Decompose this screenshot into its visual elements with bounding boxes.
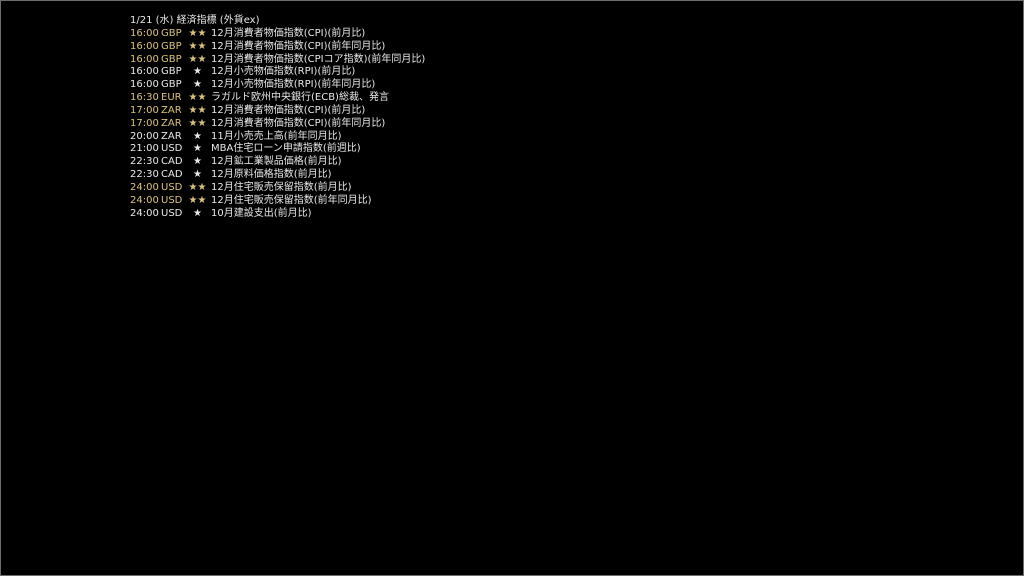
event-name: 12月消費者物価指数(CPI)(前年同月比) (211, 40, 386, 52)
event-time: 24:00 (130, 181, 159, 193)
calendar-row: 16:30 EUR ★★ ラガルド欧州中央銀行(ECB)総裁、発言 (130, 92, 425, 105)
calendar-row: 22:30 CAD ★ 12月鉱工業製品価格(前月比) (130, 156, 425, 169)
importance-stars-icon: ★★ (188, 53, 207, 65)
event-currency: ZAR (161, 130, 182, 142)
event-currency: ZAR (161, 104, 182, 116)
event-time: 16:00 (130, 40, 159, 52)
calendar-row: 24:00 USD ★★ 12月住宅販売保留指数(前月比) (130, 182, 425, 195)
calendar-row: 16:00 GBP ★★ 12月消費者物価指数(CPI)(前月比) (130, 28, 425, 41)
event-time: 16:00 (130, 66, 159, 78)
event-currency: GBP (161, 79, 182, 91)
event-name: 12月鉱工業製品価格(前月比) (211, 156, 342, 168)
event-name: 12月住宅販売保留指数(前月比) (211, 181, 352, 193)
importance-stars-icon: ★ (193, 79, 202, 91)
event-currency: CAD (161, 169, 183, 181)
event-currency: GBP (161, 40, 182, 52)
event-time: 22:30 (130, 169, 159, 181)
event-currency: ZAR (161, 117, 182, 129)
event-name: 11月小売売上高(前年同月比) (211, 130, 342, 142)
event-time: 16:00 (130, 79, 159, 91)
event-time: 21:00 (130, 143, 159, 155)
event-currency: USD (161, 194, 183, 206)
event-currency: GBP (161, 66, 182, 78)
importance-stars-icon: ★ (193, 207, 202, 219)
importance-stars-icon: ★★ (188, 194, 207, 206)
event-name: ラガルド欧州中央銀行(ECB)総裁、発言 (211, 92, 389, 104)
calendar-row: 17:00 ZAR ★★ 12月消費者物価指数(CPI)(前月比) (130, 105, 425, 118)
event-time: 20:00 (130, 130, 159, 142)
event-name: 12月小売物価指数(RPI)(前年同月比) (211, 79, 376, 91)
event-currency: EUR (161, 92, 182, 104)
event-name: 12月小売物価指数(RPI)(前月比) (211, 66, 356, 78)
calendar-row: 16:00 GBP ★★ 12月消費者物価指数(CPI)(前年同月比) (130, 41, 425, 54)
calendar-row: 22:30 CAD ★ 12月原料価格指数(前月比) (130, 169, 425, 182)
event-time: 22:30 (130, 156, 159, 168)
economic-calendar: 1/21 (水) 経済指標 (外貨ex) 16:00 GBP ★★ 12月消費者… (130, 15, 425, 221)
calendar-row: 16:00 GBP ★ 12月小売物価指数(RPI)(前年同月比) (130, 79, 425, 92)
event-name: 12月住宅販売保留指数(前年同月比) (211, 194, 372, 206)
importance-stars-icon: ★★ (188, 92, 207, 104)
event-name: 12月消費者物価指数(CPI)(前月比) (211, 27, 366, 39)
calendar-row: 16:00 GBP ★ 12月小売物価指数(RPI)(前月比) (130, 66, 425, 79)
event-name: 12月消費者物価指数(CPIコア指数)(前年同月比) (211, 53, 426, 65)
event-name: MBA住宅ローン申請指数(前週比) (211, 143, 361, 155)
event-time: 24:00 (130, 207, 159, 219)
calendar-row: 24:00 USD ★★ 12月住宅販売保留指数(前年同月比) (130, 195, 425, 208)
importance-stars-icon: ★★ (188, 117, 207, 129)
event-name: 12月原料価格指数(前月比) (211, 169, 332, 181)
importance-stars-icon: ★ (193, 130, 202, 142)
importance-stars-icon: ★ (193, 169, 202, 181)
event-currency: USD (161, 181, 183, 193)
event-name: 12月消費者物価指数(CPI)(前年同月比) (211, 117, 386, 129)
event-time: 17:00 (130, 104, 159, 116)
calendar-row: 24:00 USD ★ 10月建設支出(前月比) (130, 208, 425, 221)
event-currency: GBP (161, 27, 182, 39)
calendar-row: 20:00 ZAR ★ 11月小売売上高(前年同月比) (130, 131, 425, 144)
calendar-row: 17:00 ZAR ★★ 12月消費者物価指数(CPI)(前年同月比) (130, 118, 425, 131)
event-time: 16:00 (130, 53, 159, 65)
event-time: 17:00 (130, 117, 159, 129)
calendar-row: 16:00 GBP ★★ 12月消費者物価指数(CPIコア指数)(前年同月比) (130, 54, 425, 67)
event-time: 16:00 (130, 27, 159, 39)
importance-stars-icon: ★ (193, 143, 202, 155)
importance-stars-icon: ★★ (188, 40, 207, 52)
event-name: 10月建設支出(前月比) (211, 207, 312, 219)
importance-stars-icon: ★★ (188, 104, 207, 116)
event-time: 24:00 (130, 194, 159, 206)
event-currency: CAD (161, 156, 183, 168)
calendar-row: 21:00 USD ★ MBA住宅ローン申請指数(前週比) (130, 143, 425, 156)
screen-frame: 1/21 (水) 経済指標 (外貨ex) 16:00 GBP ★★ 12月消費者… (0, 0, 1024, 576)
event-currency: USD (161, 207, 183, 219)
calendar-title: 1/21 (水) 経済指標 (外貨ex) (130, 15, 260, 26)
importance-stars-icon: ★★ (188, 27, 207, 39)
importance-stars-icon: ★★ (188, 181, 207, 193)
importance-stars-icon: ★ (193, 66, 202, 78)
event-time: 16:30 (130, 92, 159, 104)
event-currency: GBP (161, 53, 182, 65)
event-name: 12月消費者物価指数(CPI)(前月比) (211, 104, 366, 116)
importance-stars-icon: ★ (193, 156, 202, 168)
event-currency: USD (161, 143, 183, 155)
